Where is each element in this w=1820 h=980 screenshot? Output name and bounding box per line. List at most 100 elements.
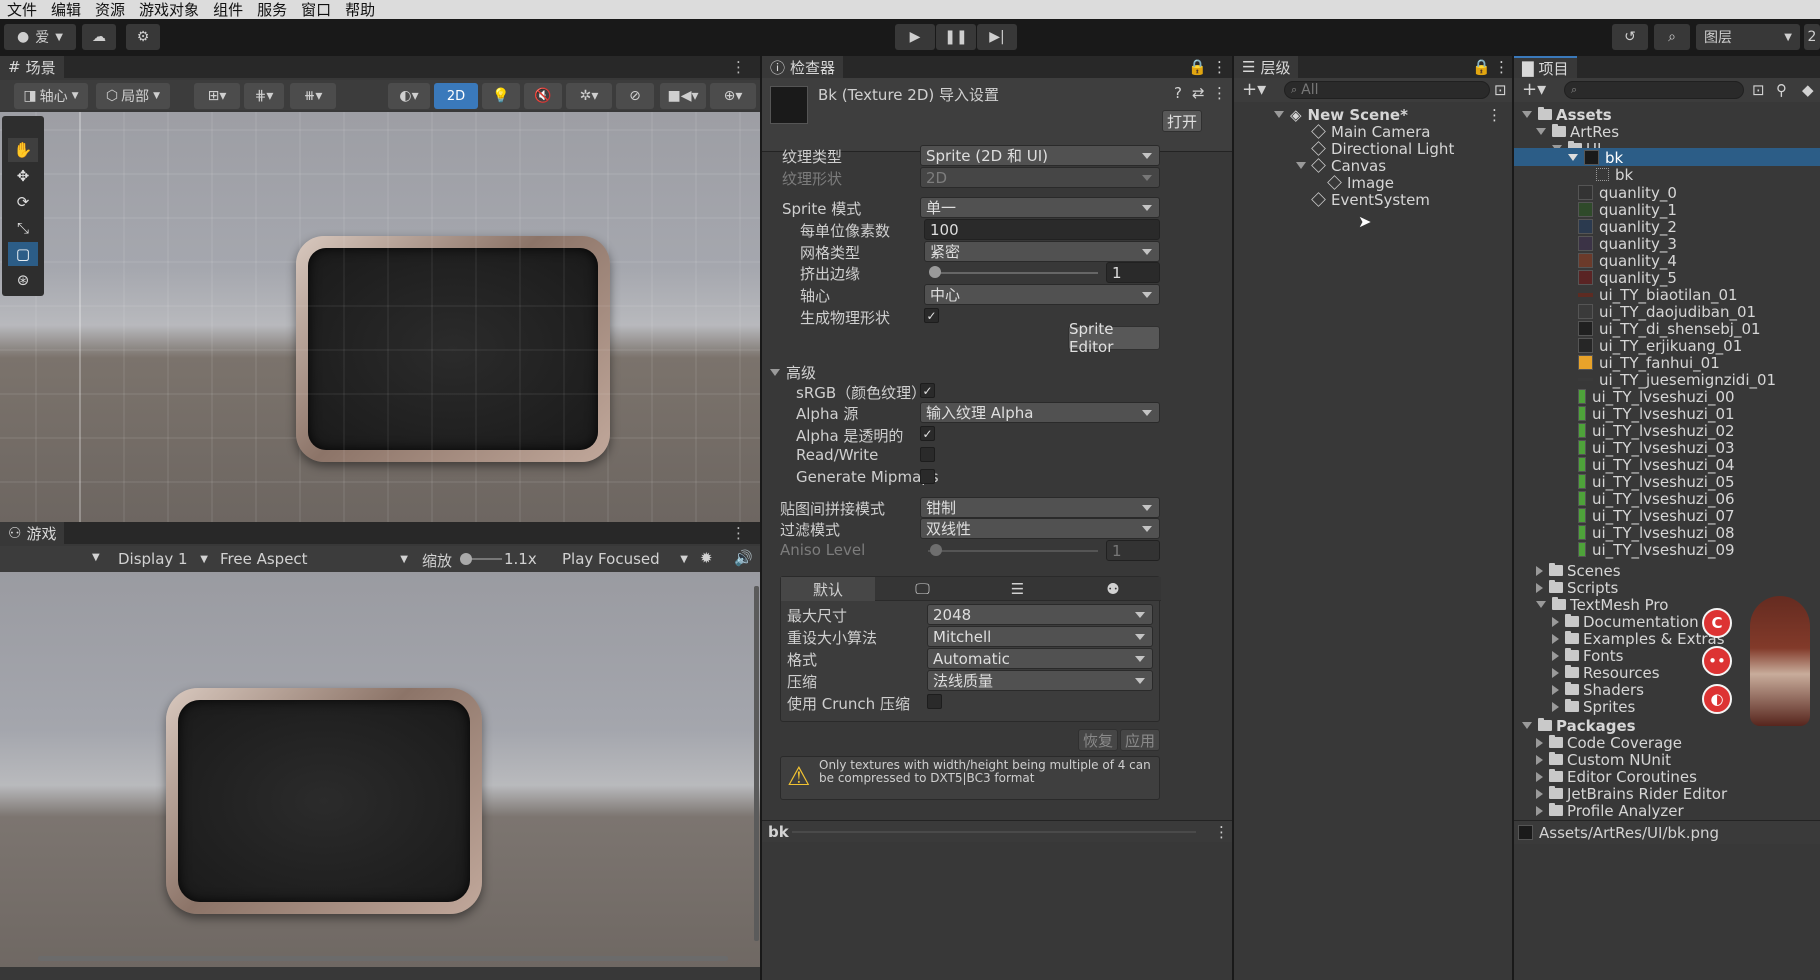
readwrite-checkbox[interactable]: [920, 447, 935, 462]
asset-bk-sprite[interactable]: bk: [1596, 166, 1633, 184]
lighting-toggle[interactable]: 💡: [482, 83, 520, 109]
menu-edit[interactable]: 编辑: [44, 0, 88, 20]
search-options-icon[interactable]: ⊡: [1494, 81, 1507, 99]
wrap-mode-dropdown[interactable]: 钳制: [920, 497, 1160, 518]
mesh-type-dropdown[interactable]: 紧密: [924, 241, 1160, 262]
folder-textmesh-pro[interactable]: TextMesh Pro: [1536, 596, 1668, 614]
asset-bk[interactable]: bk: [1568, 149, 1623, 167]
compression-dropdown[interactable]: 法线质量: [927, 670, 1153, 691]
display-dropdown[interactable]: Display 1 ▼: [110, 548, 210, 570]
asset-file[interactable]: quanlity_2: [1578, 218, 1677, 236]
advanced-foldout[interactable]: 高级: [770, 362, 816, 383]
mode-2d-toggle[interactable]: 2D: [434, 83, 478, 109]
grid-visibility-button[interactable]: ⧻▾: [290, 83, 336, 109]
account-dropdown[interactable]: ● 爱 ▼: [4, 24, 76, 50]
ppu-field[interactable]: 100: [924, 219, 1160, 240]
apply-button[interactable]: 应用: [1120, 729, 1160, 751]
asset-file[interactable]: ui_TY_lvseshuzi_01: [1578, 405, 1735, 423]
more-icon[interactable]: ⋮: [731, 58, 746, 76]
floating-c-icon[interactable]: C: [1702, 608, 1732, 638]
open-button[interactable]: 打开: [1162, 110, 1202, 132]
package-editor-coroutines[interactable]: Editor Coroutines: [1536, 768, 1697, 786]
asset-file[interactable]: ui_TY_lvseshuzi_05: [1578, 473, 1735, 491]
folder-artres[interactable]: ArtRes: [1536, 123, 1619, 141]
search-button[interactable]: ⌕: [1654, 24, 1690, 50]
asset-file[interactable]: ui_TY_erjikuang_01: [1578, 337, 1742, 355]
package-code-coverage[interactable]: Code Coverage: [1536, 734, 1682, 752]
play-button[interactable]: ▶: [895, 24, 935, 50]
folder-scripts[interactable]: Scripts: [1536, 579, 1618, 597]
extrude-field[interactable]: 1: [1106, 262, 1160, 283]
collab-button[interactable]: ⚙: [126, 24, 160, 50]
play-mode-dropdown[interactable]: Play Focused ▼: [558, 548, 690, 570]
sprite-editor-button[interactable]: Sprite Editor: [1068, 320, 1160, 356]
package-jetbrains-rider[interactable]: JetBrains Rider Editor: [1536, 785, 1727, 803]
pause-button[interactable]: ❚❚: [936, 24, 976, 50]
grid-snap-button[interactable]: ⊞▾: [194, 83, 240, 109]
more-icon[interactable]: ⋮: [1214, 823, 1229, 841]
scene-viewport[interactable]: ✋ ✥ ⟳ ⤡ ▢ ⊛: [0, 112, 760, 522]
camera-dropdown[interactable]: ■◀▾: [660, 83, 706, 109]
crunch-checkbox[interactable]: [927, 694, 942, 709]
revert-button[interactable]: 恢复: [1078, 729, 1118, 751]
help-icon[interactable]: ?: [1174, 84, 1182, 102]
cloud-button[interactable]: ☁: [82, 24, 116, 50]
asset-file[interactable]: ui_TY_lvseshuzi_03: [1578, 439, 1735, 457]
hierarchy-search-input[interactable]: ⌕ All: [1284, 81, 1490, 99]
folder-documentation[interactable]: Documentation: [1552, 613, 1699, 631]
asset-file[interactable]: ui_TY_lvseshuzi_07: [1578, 507, 1735, 525]
folder-fonts[interactable]: Fonts: [1552, 647, 1623, 665]
horizontal-scrollbar[interactable]: [38, 956, 728, 961]
preset-icon[interactable]: ⇄: [1192, 84, 1205, 102]
alpha-source-dropdown[interactable]: 输入纹理 Alpha: [920, 402, 1160, 423]
menu-component[interactable]: 组件: [206, 0, 250, 20]
vertical-scrollbar[interactable]: [754, 586, 759, 941]
aspect-dropdown[interactable]: Free Aspect ▼: [212, 548, 412, 570]
mipmaps-checkbox[interactable]: [920, 469, 935, 484]
search-by-type-icon[interactable]: ⊡: [1752, 81, 1765, 99]
more-icon[interactable]: ⋮: [1212, 84, 1227, 102]
asset-file[interactable]: ui_TY_lvseshuzi_09: [1578, 541, 1735, 559]
package-profile-analyzer[interactable]: Profile Analyzer: [1536, 802, 1684, 820]
bug-icon[interactable]: ✹: [700, 549, 713, 567]
folder-scenes[interactable]: Scenes: [1536, 562, 1621, 580]
asset-file[interactable]: ui_TY_lvseshuzi_04: [1578, 456, 1735, 474]
physics-shape-checkbox[interactable]: ✓: [924, 308, 939, 323]
more-icon[interactable]: ⋮: [1487, 106, 1502, 124]
speaker-icon[interactable]: 🔊: [734, 549, 753, 567]
srgb-checkbox[interactable]: ✓: [920, 383, 935, 398]
game-viewport[interactable]: [0, 572, 760, 967]
menu-window[interactable]: 窗口: [294, 0, 338, 20]
lock-icon[interactable]: 🔒: [1472, 58, 1491, 76]
menu-gameobject[interactable]: 游戏对象: [132, 0, 206, 20]
shading-mode-button[interactable]: ◐▾: [388, 83, 430, 109]
scene-root[interactable]: ◈ New Scene* ⋮: [1274, 106, 1510, 124]
floating-face-icon[interactable]: ••: [1702, 646, 1732, 676]
local-dropdown[interactable]: ⬡ 局部 ▼: [96, 83, 170, 109]
platform-tab-server[interactable]: ☰: [970, 577, 1065, 601]
tab-game[interactable]: ⚇ 游戏: [0, 522, 65, 544]
chevron-down-icon[interactable]: ▼: [92, 552, 100, 563]
folder-resources[interactable]: Resources: [1552, 664, 1660, 682]
asset-file[interactable]: quanlity_4: [1578, 252, 1677, 270]
menu-assets[interactable]: 资源: [88, 0, 132, 20]
project-search-input[interactable]: ⌕: [1564, 81, 1744, 99]
asset-file[interactable]: ui_TY_fanhui_01: [1578, 354, 1720, 372]
pivot-dropdown[interactable]: 中心: [924, 284, 1160, 305]
layers-dropdown[interactable]: 图层 ▼: [1696, 24, 1800, 50]
more-icon[interactable]: ⋮: [731, 524, 746, 542]
asset-file[interactable]: ui_TY_juesemignzidi_01: [1578, 371, 1776, 389]
platform-tab-default[interactable]: 默认: [781, 577, 875, 601]
resize-dropdown[interactable]: Mitchell: [927, 626, 1153, 647]
max-size-dropdown[interactable]: 2048: [927, 604, 1153, 625]
tab-scene[interactable]: # 场景: [0, 56, 64, 78]
filter-mode-dropdown[interactable]: 双线性: [920, 518, 1160, 539]
folder-sprites[interactable]: Sprites: [1552, 698, 1635, 716]
history-button[interactable]: ↺: [1612, 24, 1648, 50]
package-custom-nunit[interactable]: Custom NUnit: [1536, 751, 1671, 769]
lock-icon[interactable]: 🔒: [1188, 58, 1207, 76]
asset-file[interactable]: quanlity_0: [1578, 184, 1677, 202]
hidden-objects-toggle[interactable]: ⊘: [616, 83, 654, 109]
audio-toggle[interactable]: 🔇: [524, 83, 562, 109]
menu-file[interactable]: 文件: [0, 0, 44, 20]
